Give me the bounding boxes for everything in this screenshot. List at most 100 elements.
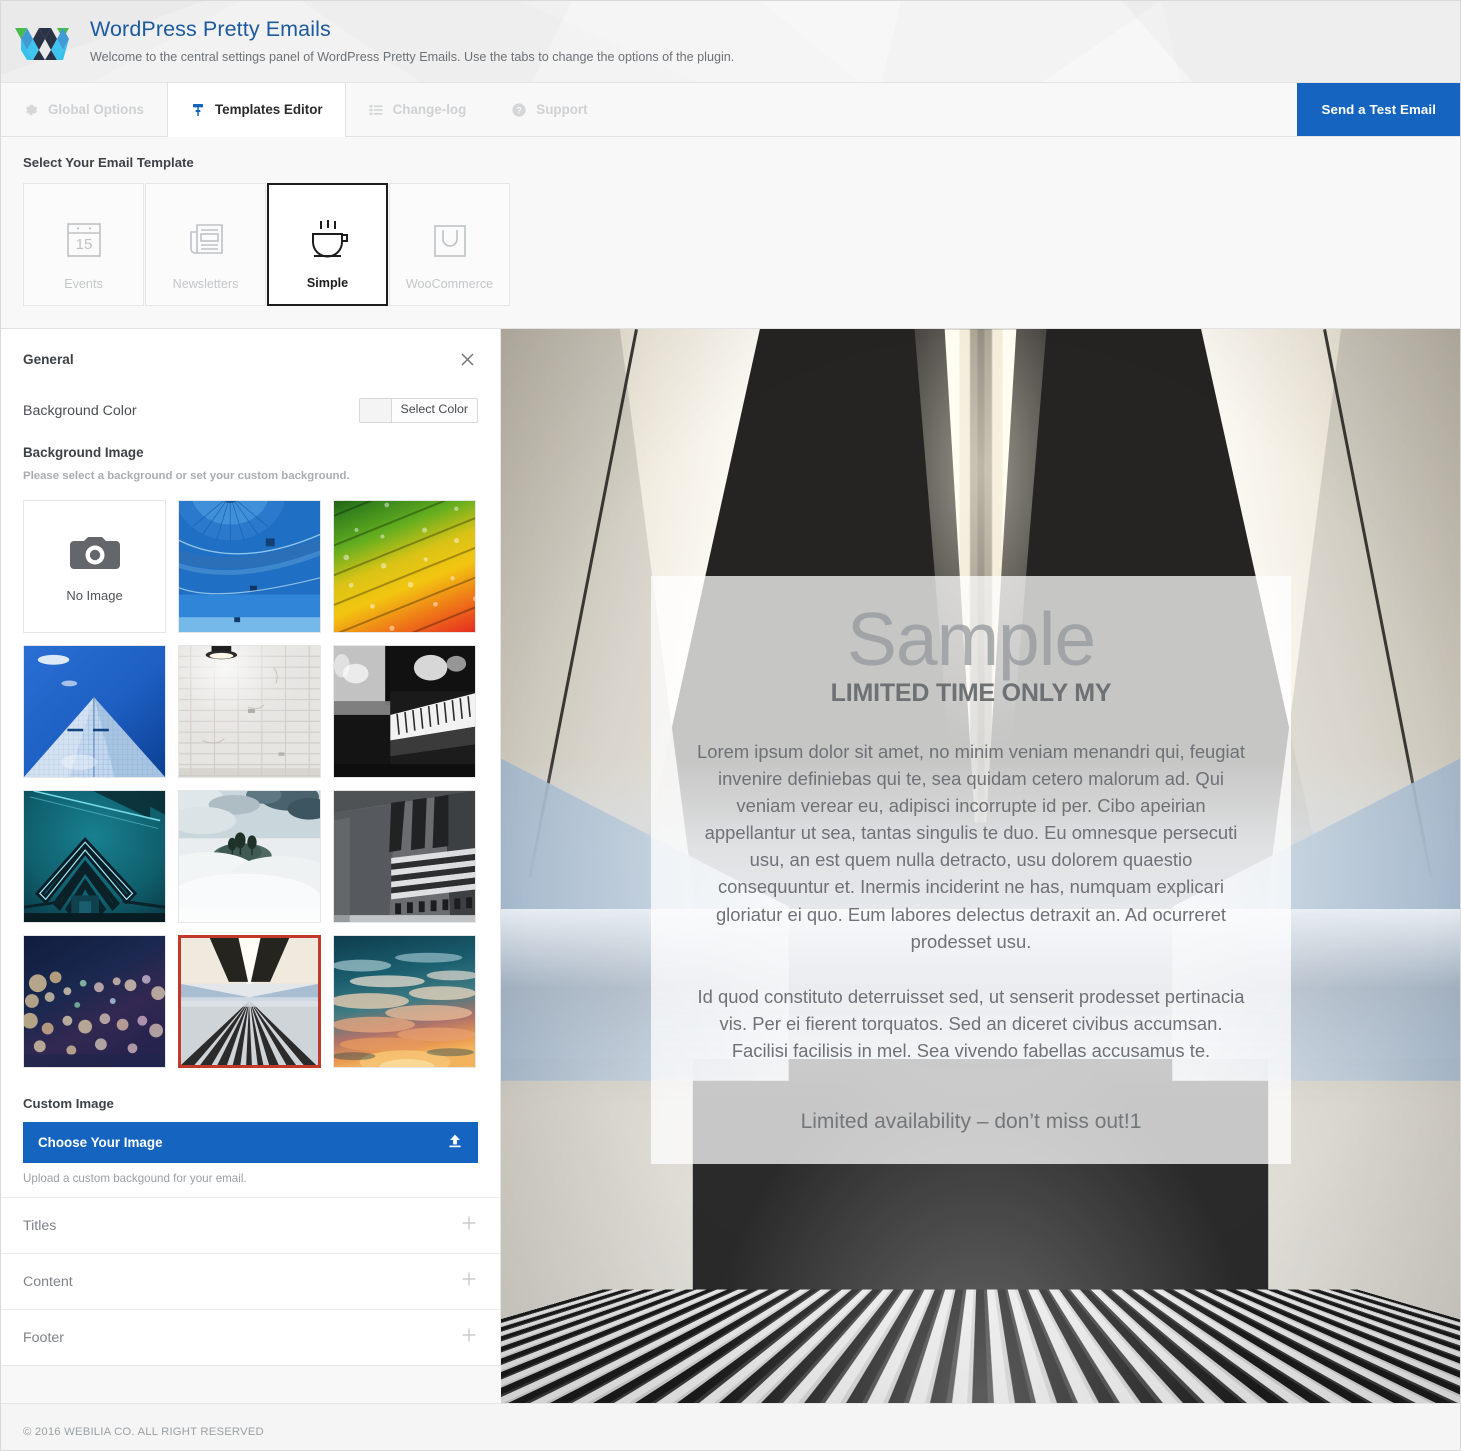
- background-thumb-piano[interactable]: [333, 645, 476, 778]
- background-thumb-no-image[interactable]: No Image: [23, 500, 166, 633]
- tab-support[interactable]: ? Support: [489, 83, 610, 136]
- choose-your-image-button[interactable]: Choose Your Image: [23, 1122, 478, 1163]
- webilia-w-logo-icon: [15, 27, 69, 60]
- skyscraper-thumbnail-art: [24, 646, 165, 777]
- background-thumb-rainbow[interactable]: [333, 500, 476, 633]
- select-color-label: Select Color: [391, 399, 477, 422]
- background-thumb-skyscraper[interactable]: [23, 645, 166, 778]
- template-card-woocommerce[interactable]: WooCommerce: [389, 183, 510, 306]
- background-thumbnail-grid: No Image: [1, 482, 500, 1082]
- svg-text:?: ?: [516, 104, 522, 115]
- background-color-label: Background Color: [23, 402, 137, 419]
- choose-your-image-label: Choose Your Image: [38, 1135, 163, 1150]
- email-subheading: LIMITED TIME ONLY MY: [830, 679, 1112, 708]
- template-picker-title: Select Your Email Template: [23, 155, 194, 170]
- background-thumb-sunset[interactable]: [333, 935, 476, 1068]
- editor-body: General Background Color Select Color Ba…: [1, 329, 1460, 1403]
- tab-global-options[interactable]: Global Options: [1, 83, 167, 136]
- accordion-section-content[interactable]: Content: [1, 1254, 500, 1310]
- background-thumb-clouds[interactable]: [178, 790, 321, 923]
- gear-icon: [23, 102, 39, 118]
- settings-panel: General Background Color Select Color Ba…: [1, 329, 501, 1366]
- template-card-list: 15 Events Newsletters Simple WooCommerce: [23, 183, 1438, 306]
- template-card-simple[interactable]: Simple: [267, 183, 388, 306]
- template-card-label: WooCommerce: [405, 277, 494, 291]
- balloon-thumbnail-art: [179, 501, 320, 632]
- plus-icon: [460, 1326, 478, 1349]
- select-color-button[interactable]: Select Color: [358, 398, 478, 423]
- accordion-label: Footer: [23, 1329, 65, 1346]
- custom-image-title: Custom Image: [23, 1096, 114, 1111]
- background-thumb-tunnel[interactable]: [178, 935, 321, 1068]
- question-circle-icon: ?: [511, 102, 527, 118]
- page-subtitle: Welcome to the central settings panel of…: [90, 50, 735, 65]
- tab-label: Change-log: [392, 102, 467, 117]
- upload-icon: [447, 1133, 463, 1152]
- coffee-cup-icon: [300, 203, 356, 276]
- email-preview[interactable]: Sample LIMITED TIME ONLY MY Lorem ipsum …: [501, 329, 1460, 1403]
- tab-label: Support: [536, 102, 588, 117]
- accordion-section-titles[interactable]: Titles: [1, 1198, 500, 1254]
- sunset-thumbnail-art: [334, 936, 475, 1067]
- close-icon[interactable]: [456, 348, 478, 370]
- plus-icon: [460, 1270, 478, 1293]
- page-title: WordPress Pretty Emails: [90, 16, 331, 41]
- panel-title: General: [23, 351, 74, 367]
- piano-thumbnail-art: [334, 646, 475, 777]
- custom-image-section: Custom Image Choose Your Image Upload a …: [1, 1082, 500, 1198]
- background-thumb-bridge[interactable]: [23, 790, 166, 923]
- tab-label: Global Options: [48, 102, 144, 117]
- clouds-thumbnail-art: [179, 791, 320, 922]
- tower-thumbnail-art: [334, 791, 475, 922]
- background-thumb-balloon[interactable]: [178, 500, 321, 633]
- background-color-row: Background Color Select Color: [1, 386, 500, 429]
- panel-header: General: [1, 329, 500, 386]
- background-thumb-label: No Image: [66, 587, 123, 603]
- template-card-label: Newsletters: [172, 277, 239, 291]
- background-thumb-brickwall[interactable]: [178, 645, 321, 778]
- list-icon: [368, 102, 384, 118]
- template-card-label: Simple: [306, 276, 349, 290]
- tab-label: Templates Editor: [214, 102, 323, 117]
- template-card-newsletters[interactable]: Newsletters: [145, 183, 266, 306]
- accordion-label: Titles: [23, 1217, 57, 1234]
- email-paragraph-2: Id quod constituto deterruisset sed, ut …: [697, 985, 1245, 1061]
- color-swatch: [359, 399, 392, 422]
- background-image-section-header: Background Image Please select a backgro…: [1, 429, 500, 482]
- email-paragraph-1: Lorem ipsum dolor sit amet, no minim ven…: [697, 741, 1245, 952]
- plugin-settings-page: WordPress Pretty Emails Welcome to the c…: [0, 0, 1461, 1451]
- custom-image-description: Upload a custom backgound for your email…: [23, 1172, 247, 1185]
- email-preview-column: Sample LIMITED TIME ONLY MY Lorem ipsum …: [501, 329, 1460, 1403]
- brand-logo: [1, 1, 83, 82]
- newspaper-icon: [181, 202, 231, 277]
- calendar-15-icon: 15: [59, 202, 109, 277]
- tab-change-log[interactable]: Change-log: [346, 83, 490, 136]
- send-test-email-button[interactable]: Send a Test Email: [1297, 83, 1460, 136]
- shopping-bag-icon: [425, 202, 475, 277]
- email-footer-line: Limited availability – don’t miss out!1: [800, 1109, 1142, 1133]
- background-thumb-bokeh[interactable]: [23, 935, 166, 1068]
- brickwall-thumbnail-art: [179, 646, 320, 777]
- background-thumb-tower[interactable]: [333, 790, 476, 923]
- tab-bar: Global Options Templates Editor Change-l…: [1, 83, 1460, 137]
- accordion-label: Content: [23, 1273, 73, 1290]
- rainbow-thumbnail-art: [334, 501, 475, 632]
- template-card-label: Events: [64, 277, 103, 291]
- plus-icon: [460, 1214, 478, 1237]
- tab-templates-editor[interactable]: Templates Editor: [166, 83, 346, 137]
- background-image-description: Please select a background or set your c…: [23, 470, 350, 482]
- accordion-section-footer[interactable]: Footer: [1, 1310, 500, 1365]
- copyright-text: © 2016 WEBILIA CO. ALL RIGHT RESERVED: [23, 1425, 264, 1438]
- camera-icon: [69, 531, 121, 578]
- background-image-title: Background Image: [23, 445, 144, 460]
- page-footer: © 2016 WEBILIA CO. ALL RIGHT RESERVED: [1, 1403, 1460, 1450]
- bokeh-thumbnail-art: [24, 936, 165, 1067]
- svg-text:15: 15: [75, 236, 92, 253]
- tunnel-thumbnail-art: [181, 938, 318, 1065]
- bridge-thumbnail-art: [24, 791, 165, 922]
- paint-roller-icon: [190, 102, 206, 118]
- page-header: WordPress Pretty Emails Welcome to the c…: [1, 1, 1460, 83]
- template-card-events[interactable]: 15 Events: [23, 183, 144, 306]
- email-heading: Sample: [846, 597, 1096, 681]
- email-content-card: Sample LIMITED TIME ONLY MY Lorem ipsum …: [651, 576, 1291, 1164]
